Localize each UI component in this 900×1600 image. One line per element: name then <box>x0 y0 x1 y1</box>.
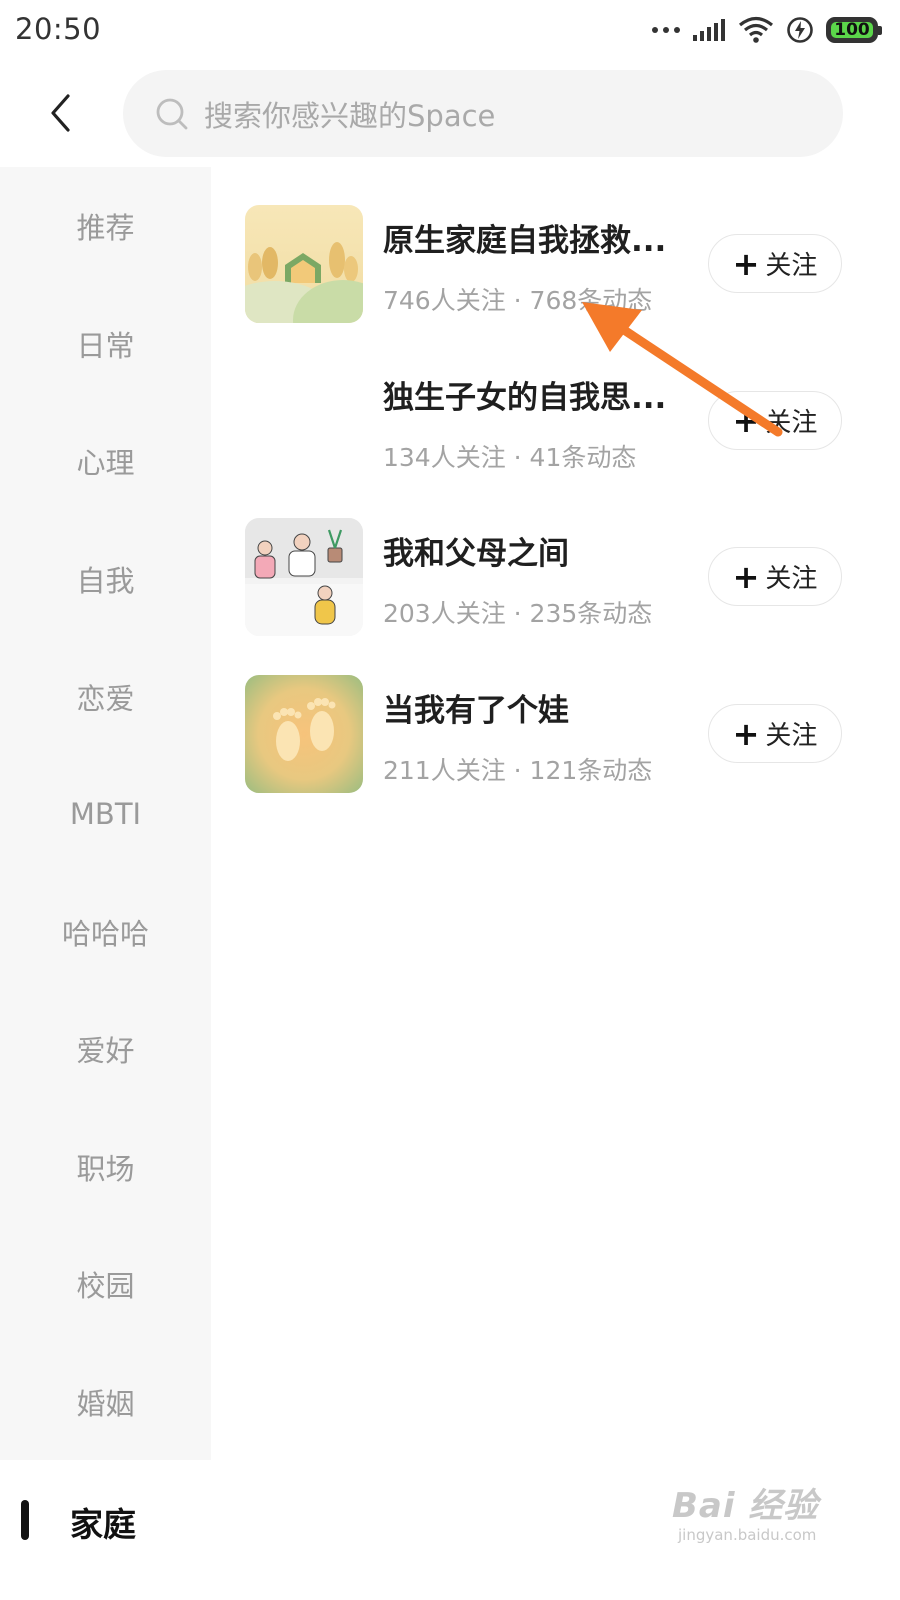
back-button[interactable] <box>36 88 84 138</box>
sidebar-item-work[interactable]: 职场 <box>0 1108 211 1225</box>
watermark-url: jingyan.baidu.com <box>678 1526 817 1544</box>
wifi-icon <box>738 16 774 43</box>
annotation-arrow <box>582 302 783 437</box>
sidebar-item-family[interactable]: 家庭 <box>0 1460 211 1580</box>
sidebar-item-recommend[interactable]: 推荐 <box>0 167 211 284</box>
follow-label: 关注 <box>765 721 818 751</box>
plus-icon: + <box>732 557 760 596</box>
space-title: 我和父母之间 <box>383 536 569 572</box>
follow-button[interactable]: + 关注 <box>708 704 842 763</box>
sidebar-item-mbti[interactable]: MBTI <box>0 755 211 872</box>
active-indicator <box>21 1500 29 1540</box>
sidebar-item-hahaha[interactable]: 哈哈哈 <box>0 873 211 990</box>
status-icons: 100 <box>652 14 882 46</box>
sidebar-item-daily[interactable]: 日常 <box>0 285 211 402</box>
sidebar-item-psychology[interactable]: 心理 <box>0 402 211 519</box>
status-time: 20:50 <box>15 12 102 46</box>
sidebar-item-self[interactable]: 自我 <box>0 520 211 637</box>
sidebar-item-love[interactable]: 恋爱 <box>0 638 211 755</box>
space-thumbnail <box>245 205 363 323</box>
follow-label: 关注 <box>765 564 818 594</box>
space-stats: 134人关注 · 41条动态 <box>383 443 637 472</box>
battery-icon: 100 <box>826 17 882 43</box>
space-stats: 211人关注 · 121条动态 <box>383 756 653 785</box>
plus-icon: + <box>732 244 760 283</box>
status-bar: 20:50 100 <box>0 0 900 62</box>
plus-icon: + <box>732 714 760 753</box>
follow-button[interactable]: + 关注 <box>708 547 842 606</box>
watermark-logo: Bai 经验 <box>672 1486 819 1526</box>
baidu-watermark: Bai 经验 jingyan.baidu.com <box>672 1470 842 1560</box>
space-title: 当我有了个娃 <box>383 693 569 729</box>
list-item[interactable]: 我和父母之间 203人关注 · 235条动态 + 关注 <box>245 518 855 638</box>
list-item[interactable]: 当我有了个娃 211人关注 · 121条动态 + 关注 <box>245 675 855 795</box>
signal-icon <box>693 19 725 41</box>
space-title: 原生家庭自我拯救... <box>383 223 667 259</box>
space-thumbnail <box>245 675 363 793</box>
sidebar-item-label: 家庭 <box>70 1505 136 1544</box>
more-dots-icon <box>652 27 680 33</box>
search-input[interactable]: 搜索你感兴趣的Space <box>123 70 843 157</box>
sidebar-item-marriage[interactable]: 婚姻 <box>0 1343 211 1460</box>
space-thumbnail <box>245 362 363 480</box>
sidebar-item-campus[interactable]: 校园 <box>0 1225 211 1342</box>
sidebar-item-hobby[interactable]: 爱好 <box>0 990 211 1107</box>
battery-level: 100 <box>834 20 870 40</box>
search-icon <box>156 98 188 129</box>
follow-label: 关注 <box>765 251 818 281</box>
space-thumbnail <box>245 518 363 636</box>
back-chevron-icon[interactable] <box>48 93 72 133</box>
charging-icon <box>787 17 813 43</box>
search-placeholder: 搜索你感兴趣的Space <box>204 98 496 133</box>
space-stats: 203人关注 · 235条动态 <box>383 599 653 628</box>
